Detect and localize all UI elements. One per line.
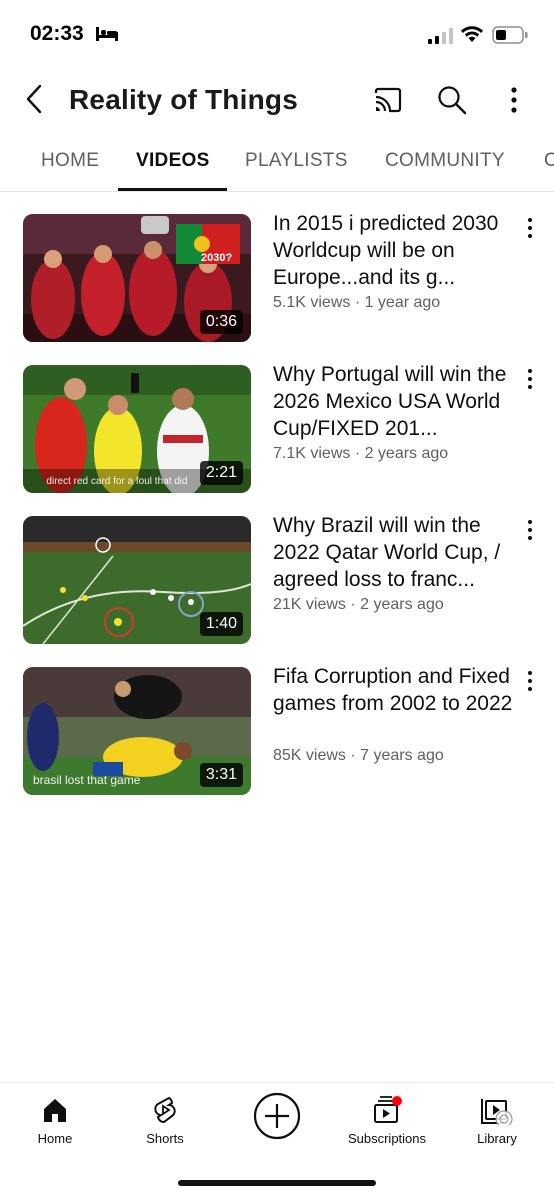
video-thumbnail[interactable]: 1:40 — [23, 516, 251, 644]
video-duration: 2:21 — [199, 461, 243, 485]
video-meta: 85K views · 7 years ago — [273, 747, 444, 764]
status-time: 02:33 — [30, 22, 84, 45]
nav-shorts-label: Shorts — [146, 1131, 184, 1146]
thumbnail-overlay-text: 2030? — [201, 252, 233, 264]
tab-community[interactable]: COMMUNITY — [385, 150, 505, 172]
video-meta: 7.1K views · 2 years ago — [273, 445, 449, 462]
video-item[interactable]: direct red card for a foul that did 2:21… — [0, 363, 554, 505]
video-item[interactable]: brasil lost that game 3:31 Fifa Corrupti… — [0, 665, 554, 807]
back-arrow-icon[interactable] — [22, 82, 46, 116]
thumbnail-caption: direct red card for a foul that did — [46, 476, 188, 487]
shorts-icon — [154, 1096, 176, 1124]
tab-playlists[interactable]: PLAYLISTS — [245, 150, 348, 172]
channel-tabs: HOME VIDEOS PLAYLISTS COMMUNITY C — [0, 130, 554, 192]
video-meta: 21K views · 2 years ago — [273, 596, 444, 613]
video-meta: 5.1K views · 1 year ago — [273, 294, 441, 311]
video-title[interactable]: In 2015 i predicted 2030 Worldcup will b… — [273, 210, 518, 291]
nav-shorts[interactable]: Shorts — [120, 1095, 210, 1146]
tab-home[interactable]: HOME — [41, 150, 99, 172]
nav-library-label: Library — [477, 1131, 517, 1146]
video-title[interactable]: Why Brazil will win the 2022 Qatar World… — [273, 512, 518, 593]
create-icon — [253, 1092, 301, 1140]
wifi-icon — [461, 26, 483, 42]
nav-library[interactable]: Library — [452, 1095, 542, 1146]
status-bar: 02:33 — [0, 0, 554, 70]
more-options-icon[interactable] — [500, 84, 532, 116]
video-item[interactable]: 2030? 0:36 In 2015 i predicted 2030 Worl… — [0, 212, 554, 354]
thumbnail-caption: brasil lost that game — [33, 773, 141, 787]
video-duration: 0:36 — [199, 310, 243, 334]
video-title[interactable]: Why Portugal will win the 2026 Mexico US… — [273, 361, 518, 442]
video-menu-icon[interactable] — [522, 518, 538, 542]
video-thumbnail[interactable]: brasil lost that game 3:31 — [23, 667, 251, 795]
library-icon — [481, 1099, 513, 1125]
cellular-signal-icon — [428, 28, 453, 44]
video-thumbnail[interactable]: direct red card for a foul that did 2:21 — [23, 365, 251, 493]
active-tab-indicator — [118, 188, 227, 191]
cast-icon[interactable] — [372, 84, 404, 116]
nav-subscriptions-label: Subscriptions — [347, 1131, 427, 1146]
channel-header: Reality of Things — [0, 70, 554, 130]
home-indicator[interactable] — [178, 1180, 376, 1186]
video-duration: 1:40 — [199, 612, 243, 636]
battery-icon — [492, 26, 528, 44]
home-icon — [44, 1099, 66, 1122]
nav-home[interactable]: Home — [10, 1095, 100, 1146]
video-menu-icon[interactable] — [522, 669, 538, 693]
video-thumbnail[interactable]: 2030? 0:36 — [23, 214, 251, 342]
subscriptions-icon — [374, 1096, 402, 1123]
nav-home-label: Home — [37, 1131, 73, 1146]
video-menu-icon[interactable] — [522, 216, 538, 240]
tab-channels[interactable]: C — [544, 150, 554, 172]
video-duration: 3:31 — [199, 763, 243, 787]
video-item[interactable]: 1:40 Why Brazil will win the 2022 Qatar … — [0, 514, 554, 656]
video-menu-icon[interactable] — [522, 367, 538, 391]
tab-videos[interactable]: VIDEOS — [136, 150, 210, 172]
nav-subscriptions[interactable]: Subscriptions — [342, 1095, 432, 1146]
video-title[interactable]: Fifa Corruption and Fixed games from 200… — [273, 663, 518, 717]
channel-title: Reality of Things — [69, 84, 298, 115]
nav-create[interactable] — [232, 1091, 322, 1141]
search-icon[interactable] — [436, 84, 468, 116]
sleep-focus-icon — [96, 27, 118, 41]
